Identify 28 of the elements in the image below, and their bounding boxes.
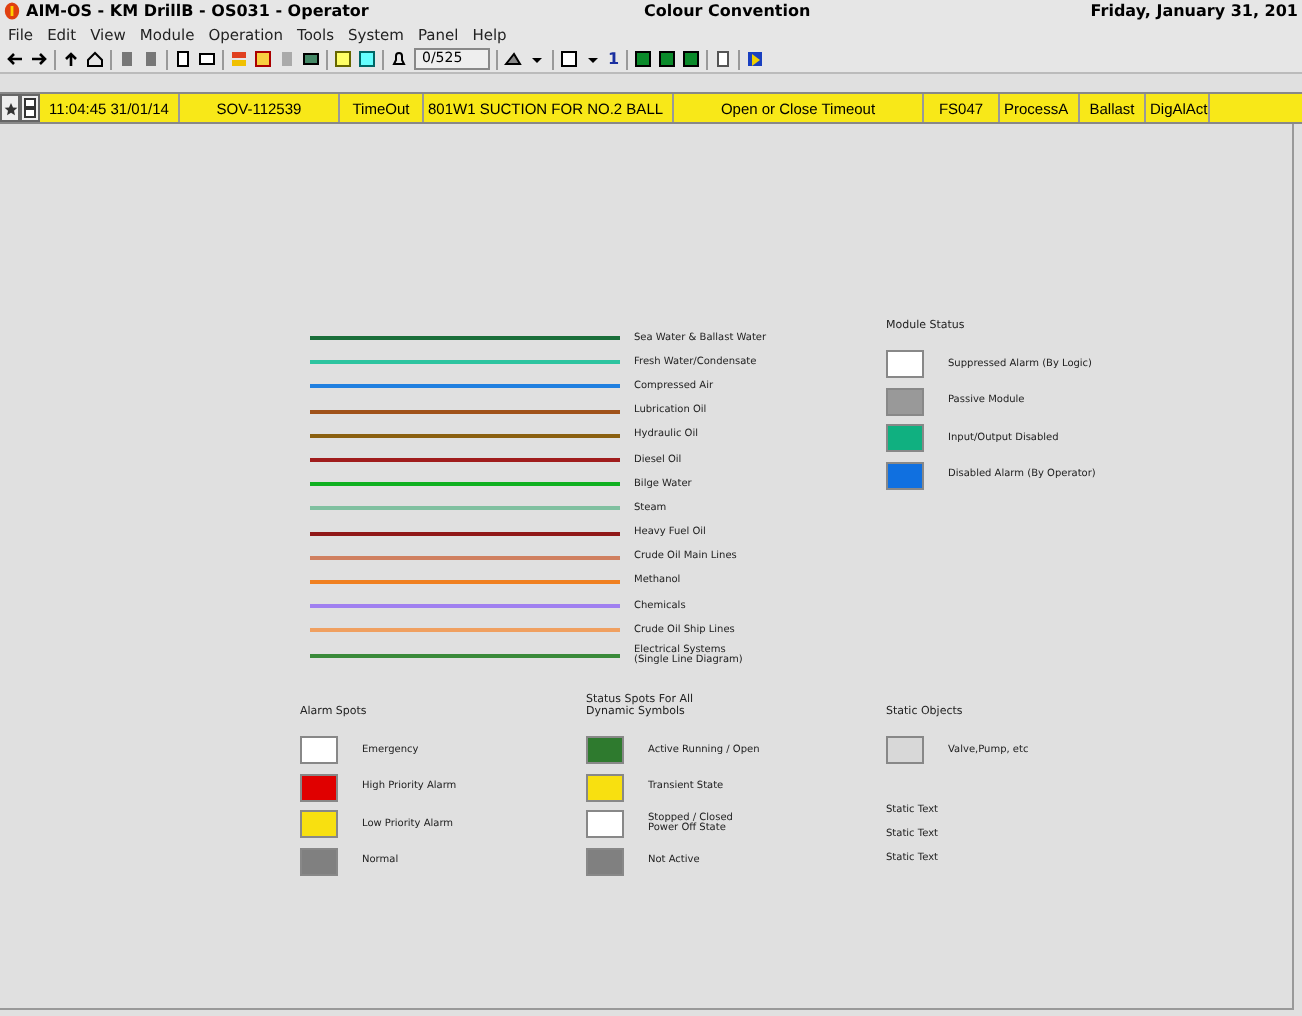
color-bars-icon[interactable] [230,50,248,68]
list-button[interactable] [20,94,40,122]
list-icon [24,98,36,118]
home-icon[interactable] [86,50,104,68]
date-text: Friday, January 31, 201 [1090,2,1298,20]
up-arrow-icon[interactable] [62,50,80,68]
bar-icon[interactable] [118,50,136,68]
grid-icon[interactable] [560,50,578,68]
pen-icon[interactable] [504,50,522,68]
forward-arrow-icon[interactable] [30,50,48,68]
layer-square-icon[interactable] [633,50,652,68]
bar-icon[interactable] [142,50,160,68]
flag-icon[interactable] [745,50,764,68]
page-icon[interactable] [174,50,192,68]
bell-icon[interactable] [390,50,408,68]
window-title: AIM-OS - KM DrillB - OS031 - Operator [26,2,369,20]
star-icon [3,101,17,115]
small-page-icon[interactable] [713,50,732,68]
app-icon [4,2,20,20]
panel-icon[interactable] [302,50,320,68]
display-title: Colour Convention [644,2,811,20]
page-number[interactable]: 1 [608,50,620,68]
layer-square-icon[interactable] [681,50,700,68]
panel-frame-icon[interactable] [254,50,272,68]
back-arrow-icon[interactable] [6,50,24,68]
layer-square-icon[interactable] [657,50,676,68]
window-icon[interactable] [198,50,216,68]
star-button[interactable] [0,94,20,122]
